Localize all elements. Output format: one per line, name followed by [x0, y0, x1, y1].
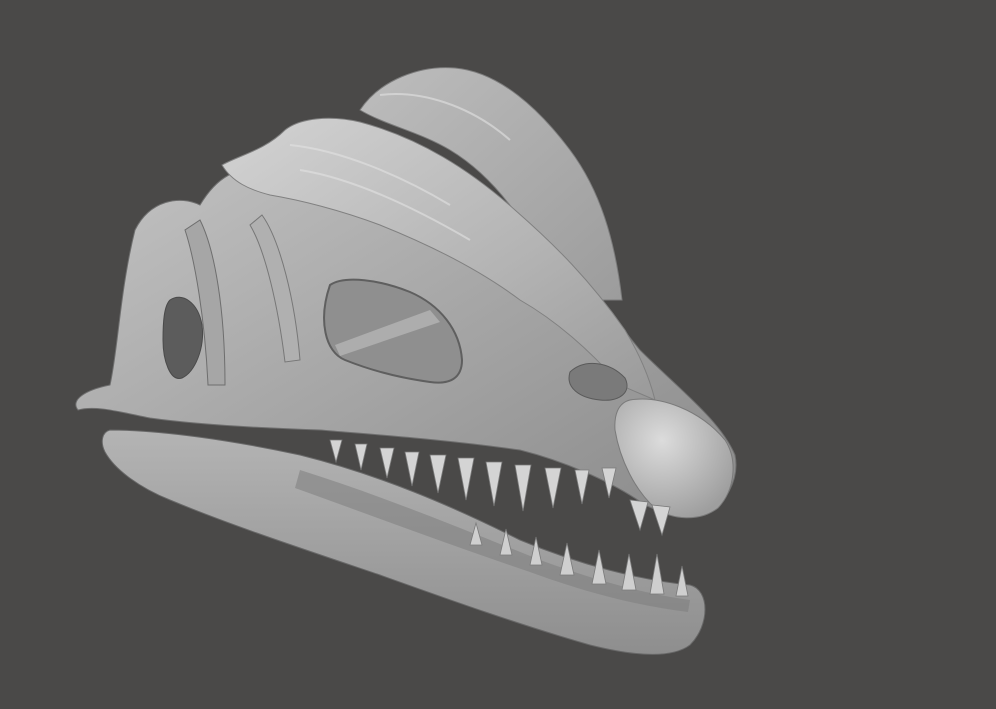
skull-model-render[interactable] — [0, 0, 996, 709]
3d-viewport[interactable] — [0, 0, 996, 709]
